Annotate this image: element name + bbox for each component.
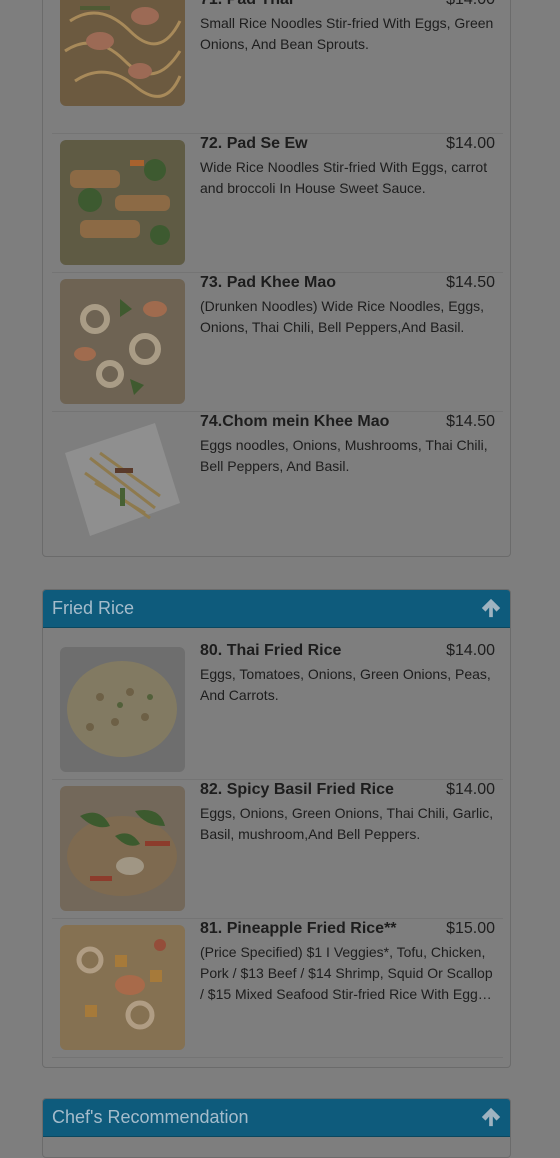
menu-item[interactable]: 72. Pad Se Ew $14.00 Wide Rice Noodles S… xyxy=(52,133,503,273)
thai-fried-rice-photo[interactable] xyxy=(60,647,185,772)
item-description: Eggs, Onions, Green Onions, Thai Chili, … xyxy=(200,805,494,842)
fried-rice-panel: Fried Rice 80. Thai Fried Rice $14.00 Eg… xyxy=(42,589,511,1068)
menu-item[interactable]: 74.Chom mein Khee Mao $14.50 Eggs noodle… xyxy=(52,411,503,549)
item-price: $14.50 xyxy=(446,413,495,430)
item-name: 81. Pineapple Fried Rice** xyxy=(200,920,397,937)
item-price: $14.00 xyxy=(446,135,495,152)
item-price: $14.00 xyxy=(446,642,495,659)
item-name: 82. Spicy Basil Fried Rice xyxy=(200,781,394,798)
item-price: $14.50 xyxy=(446,274,495,291)
item-description: (Price Specified) $1 I Veggies*, Tofu, C… xyxy=(200,944,493,1002)
menu-item[interactable]: 71. Pad Thai $14.00 Small Rice Noodles S… xyxy=(52,0,503,134)
arrow-up-icon[interactable] xyxy=(480,597,502,619)
noodles-panel: 71. Pad Thai $14.00 Small Rice Noodles S… xyxy=(42,0,511,557)
item-name: 80. Thai Fried Rice xyxy=(200,642,342,659)
spicy-basil-fried-rice-photo[interactable] xyxy=(60,786,185,911)
item-price: $14.00 xyxy=(446,0,495,9)
chow-mein-photo[interactable] xyxy=(60,418,185,543)
item-description: Eggs noodles, Onions, Mushrooms, Thai Ch… xyxy=(200,437,488,474)
pad-khee-mao-photo[interactable] xyxy=(60,279,185,404)
item-name: 72. Pad Se Ew xyxy=(200,135,308,152)
item-description: Small Rice Noodles Stir-fried With Eggs,… xyxy=(200,15,494,52)
pad-thai-photo[interactable] xyxy=(60,0,185,106)
item-name: 73. Pad Khee Mao xyxy=(200,274,337,291)
item-name: 74.Chom mein Khee Mao xyxy=(200,413,390,430)
pad-se-ew-photo[interactable] xyxy=(60,140,185,265)
menu-item[interactable]: 81. Pineapple Fried Rice** $15.00 (Price… xyxy=(52,918,503,1058)
pineapple-fried-rice-photo[interactable] xyxy=(60,925,185,1050)
item-price: $15.00 xyxy=(446,920,495,937)
item-price: $14.00 xyxy=(446,781,495,798)
section-title: Chef's Recommendation xyxy=(52,1107,249,1127)
item-description: Eggs, Tomatoes, Onions, Green Onions, Pe… xyxy=(200,666,491,703)
item-description: Wide Rice Noodles Stir-fried With Eggs, … xyxy=(200,159,488,196)
menu-item[interactable]: 82. Spicy Basil Fried Rice $14.00 Eggs, … xyxy=(52,779,503,919)
menu-item[interactable]: 73. Pad Khee Mao $14.50 (Drunken Noodles… xyxy=(52,272,503,412)
section-header[interactable]: Chef's Recommendation xyxy=(43,1099,510,1137)
menu-item[interactable]: 80. Thai Fried Rice $14.00 Eggs, Tomatoe… xyxy=(52,640,503,780)
arrow-up-icon[interactable] xyxy=(480,1106,502,1128)
section-header[interactable]: Fried Rice xyxy=(43,590,510,628)
chefs-recommendation-panel: Chef's Recommendation xyxy=(42,1098,511,1158)
section-title: Fried Rice xyxy=(52,598,135,618)
item-description: (Drunken Noodles) Wide Rice Noodles, Egg… xyxy=(200,298,485,335)
item-name: 71. Pad Thai xyxy=(200,0,293,9)
